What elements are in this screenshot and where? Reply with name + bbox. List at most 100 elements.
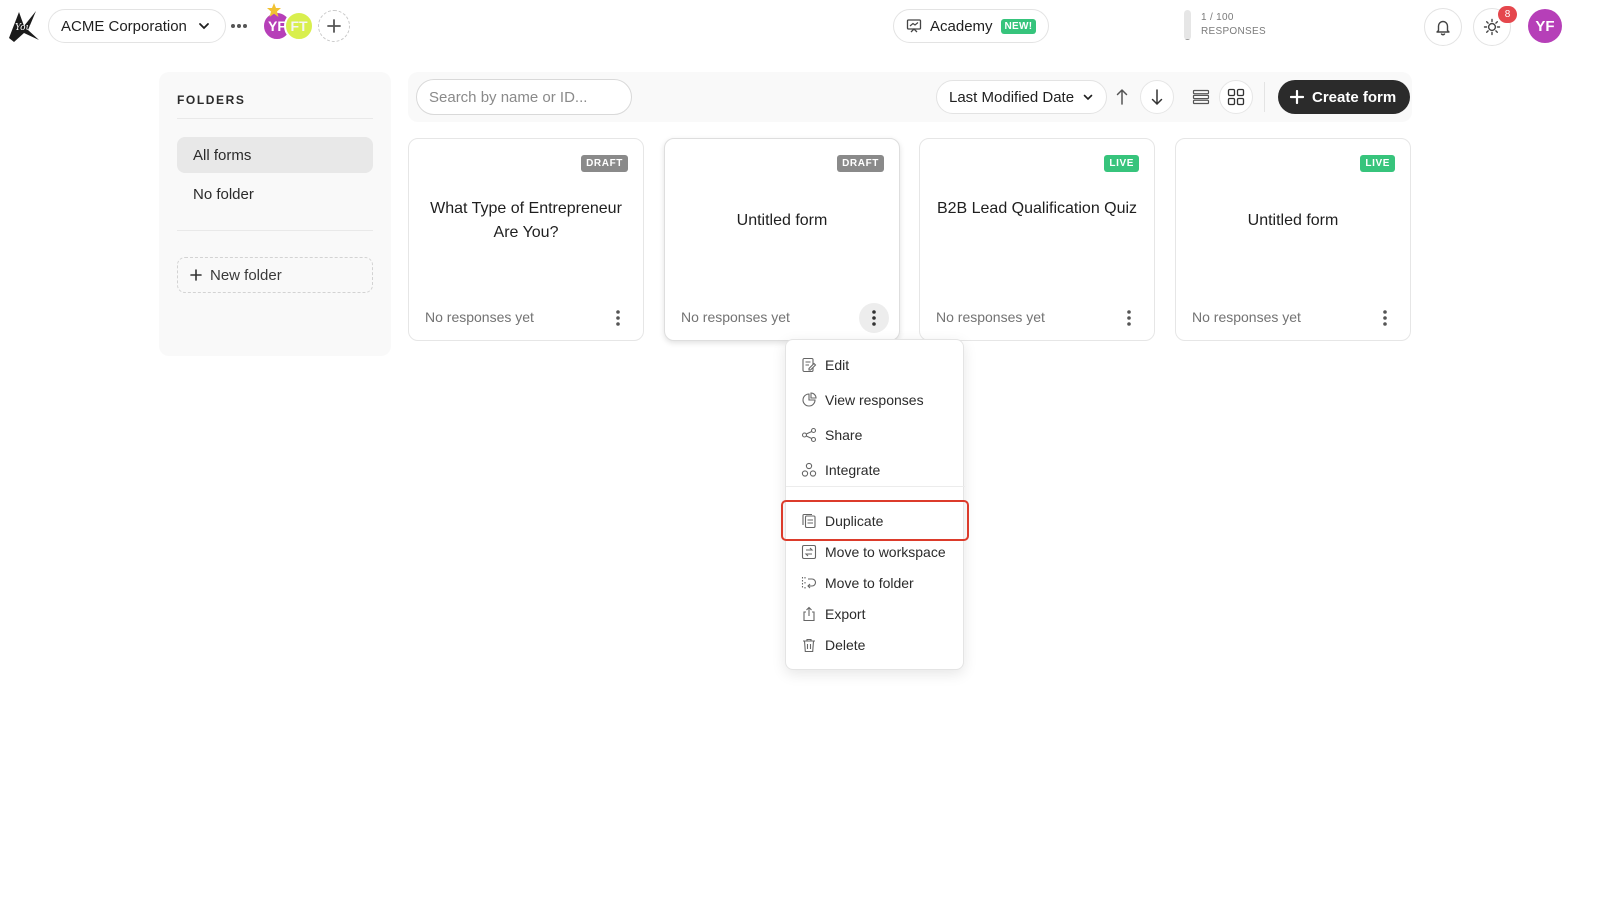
list-view-icon (1192, 89, 1210, 105)
form-card[interactable]: LIVE Untitled form No responses yet (1175, 138, 1411, 341)
plus-icon (1290, 90, 1304, 104)
form-responses: No responses yet (425, 309, 534, 325)
menu-item-label: Integrate (825, 462, 881, 478)
member-avatar-ft[interactable]: FT (284, 11, 314, 41)
add-member-button[interactable] (318, 10, 350, 42)
sidebar-item-label: No folder (193, 185, 254, 203)
kebab-menu-icon (872, 310, 876, 326)
list-view-button[interactable] (1184, 80, 1218, 114)
form-menu-button[interactable] (859, 303, 889, 333)
export-icon (803, 606, 815, 622)
form-responses: No responses yet (936, 309, 1045, 325)
divider (786, 486, 965, 487)
menu-item-label: Delete (825, 637, 866, 653)
usage-unit: RESPONSES (1201, 26, 1266, 37)
folders-sidebar: FOLDERS All forms No folder New folder (159, 72, 391, 356)
member-initials: FT (290, 18, 308, 34)
plus-icon (190, 269, 202, 281)
sidebar-item-all-forms[interactable]: All forms (177, 137, 373, 173)
sort-select[interactable]: Last Modified Date (936, 80, 1108, 114)
form-card[interactable]: DRAFT Untitled form No responses yet (664, 138, 900, 341)
form-menu-button[interactable] (1370, 303, 1400, 333)
share-icon (801, 427, 817, 443)
status-badge: DRAFT (581, 155, 628, 172)
folders-title: FOLDERS (177, 93, 246, 107)
menu-item-move-to-folder[interactable]: Move to folder (786, 568, 965, 598)
academy-button[interactable]: Academy NEW! (893, 9, 1050, 43)
status-badge: LIVE (1104, 155, 1139, 172)
usage-count: 1 / 100 (1201, 12, 1234, 23)
bell-icon (1436, 20, 1450, 36)
user-avatar[interactable]: YF (1528, 9, 1562, 43)
form-card[interactable]: DRAFT What Type of Entrepreneur Are You?… (408, 138, 644, 341)
notifications-button[interactable] (1424, 8, 1462, 46)
form-title: Untitled form (736, 212, 828, 229)
menu-item-move-to-workspace[interactable]: Move to workspace (786, 537, 965, 567)
sort-descending-button[interactable] (1140, 80, 1174, 114)
star-icon (267, 3, 281, 17)
menu-item-label: Move to workspace (825, 544, 946, 560)
chart-icon (802, 392, 817, 407)
usage-bar (1184, 10, 1191, 40)
sidebar-item-label: All forms (193, 146, 252, 164)
duplicate-highlight-box (781, 500, 969, 541)
menu-item-label: Share (825, 427, 863, 443)
workspace-name: ACME Corporation (61, 17, 187, 35)
menu-item-label: Export (825, 606, 866, 622)
user-initials: YF (1535, 17, 1555, 35)
divider (177, 230, 373, 231)
menu-item-view-responses[interactable]: View responses (786, 385, 965, 415)
academy-label: Academy (930, 17, 993, 35)
sun-icon (1483, 18, 1501, 36)
more-icon[interactable] (226, 14, 252, 38)
create-form-button[interactable]: Create form (1278, 80, 1411, 114)
workspace-select[interactable]: ACME Corporation (48, 9, 226, 43)
usage-fill (1184, 39, 1191, 40)
logo-icon[interactable]: You (6, 8, 42, 44)
new-folder-label: New folder (210, 266, 282, 284)
arrow-up-icon (1116, 88, 1128, 105)
menu-item-integrate[interactable]: Integrate (786, 455, 965, 485)
forms-toolbar: Last Modified Date Create form (408, 72, 1412, 122)
kebab-menu-icon (1383, 310, 1387, 326)
menu-item-delete[interactable]: Delete (786, 630, 965, 660)
menu-item-label: View responses (825, 392, 924, 408)
form-card[interactable]: LIVE B2B Lead Qualification Quiz No resp… (919, 138, 1155, 341)
arrow-down-icon (1151, 89, 1163, 106)
form-menu-button[interactable] (603, 303, 633, 333)
edit-icon (802, 357, 817, 373)
move-workspace-icon (801, 544, 817, 560)
menu-item-share[interactable]: Share (786, 420, 965, 450)
status-badge: DRAFT (837, 155, 884, 172)
top-bar: You ACME Corporation YF FT Academy NEW! … (0, 0, 1600, 54)
form-title: What Type of Entrepreneur Are You? (430, 200, 622, 241)
menu-item-label: Move to folder (825, 575, 914, 591)
form-menu-button[interactable] (1114, 303, 1144, 333)
form-title: B2B Lead Qualification Quiz (936, 200, 1138, 217)
menu-item-edit[interactable]: Edit (786, 350, 965, 380)
kebab-menu-icon (1127, 310, 1131, 326)
move-folder-icon (801, 577, 817, 589)
chevron-down-icon (198, 23, 209, 30)
status-badge: LIVE (1360, 155, 1395, 172)
sidebar-item-no-folder[interactable]: No folder (177, 176, 373, 212)
form-title: Untitled form (1247, 212, 1339, 229)
new-badge: NEW! (1000, 18, 1037, 34)
trash-icon (803, 638, 815, 653)
search-input[interactable] (416, 79, 632, 115)
kebab-menu-icon (616, 310, 620, 326)
menu-item-export[interactable]: Export (786, 599, 965, 629)
menu-item-label: Edit (825, 357, 850, 373)
create-form-label: Create form (1312, 88, 1397, 106)
response-usage: 1 / 100 RESPONSES (1184, 10, 1266, 40)
plus-icon (327, 19, 341, 33)
sort-ascending-button[interactable] (1105, 80, 1139, 114)
grid-view-icon (1227, 88, 1245, 106)
presentation-icon (906, 19, 922, 33)
grid-view-button[interactable] (1219, 80, 1253, 114)
new-folder-button[interactable]: New folder (177, 257, 373, 293)
divider (177, 118, 373, 119)
chevron-down-icon (1083, 94, 1093, 101)
sort-label: Last Modified Date (949, 88, 1075, 106)
divider (1264, 82, 1265, 112)
